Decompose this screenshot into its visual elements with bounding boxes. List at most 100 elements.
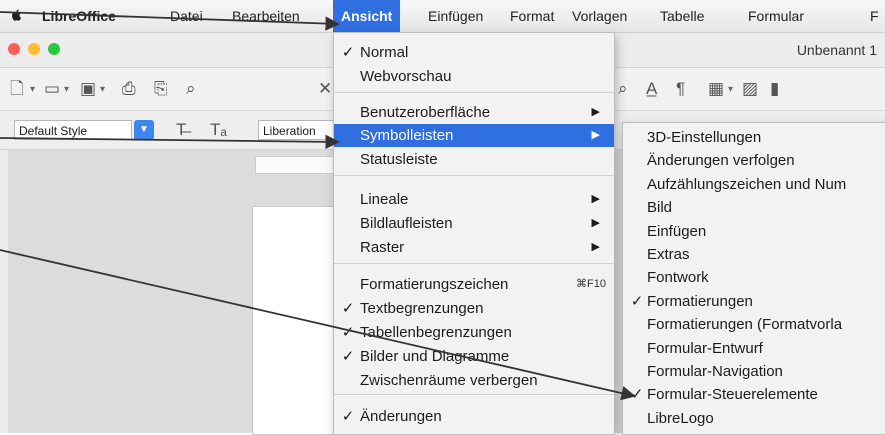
- view-menu-item[interactable]: Webvorschau: [334, 65, 614, 88]
- formatting-marks-icon[interactable]: ¶: [676, 79, 685, 99]
- menu-separator: [334, 175, 614, 176]
- toolbars-submenu-item-label: Formular-Entwurf: [647, 339, 763, 357]
- submenu-arrow-icon: ▶: [591, 129, 600, 141]
- save-icon[interactable]: ▣: [80, 79, 96, 99]
- toolbars-submenu-item[interactable]: Extras: [623, 243, 885, 266]
- toolbars-submenu-item-label: Formular-Navigation: [647, 363, 783, 380]
- toolbars-submenu-item-label: Aufzählungszeichen und Num: [647, 175, 847, 193]
- view-menu-item[interactable]: ✓ Änderungen: [334, 405, 614, 428]
- submenu-arrow-icon: ▶: [591, 193, 600, 205]
- menu-vorlagen[interactable]: Vorlagen: [572, 0, 627, 32]
- view-menu-item[interactable]: ✓ Bilder und Diagramme: [334, 345, 614, 368]
- apple-icon[interactable]: [12, 8, 22, 22]
- menu-format[interactable]: Format: [510, 0, 554, 32]
- paragraph-style-select[interactable]: Default Style: [14, 120, 132, 140]
- chevron-down-icon[interactable]: ▾: [30, 84, 35, 95]
- view-menu-item[interactable]: ✓ Textbegrenzungen: [334, 297, 614, 320]
- checkmark-icon: ✓: [341, 300, 355, 317]
- toolbars-submenu-item[interactable]: Änderungen verfolgen: [623, 149, 885, 172]
- menu-bearbeiten[interactable]: Bearbeiten: [232, 0, 300, 32]
- toolbars-submenu-item-label: Extras: [647, 246, 690, 263]
- chevron-down-icon[interactable]: ▾: [728, 84, 733, 95]
- toolbars-submenu-item[interactable]: Formular-Entwurf: [623, 337, 885, 360]
- find-replace-icon[interactable]: ⌕: [618, 79, 628, 99]
- toolbars-submenu-item-label: Formular-Steuerelemente: [647, 386, 818, 404]
- view-menu-item[interactable]: Lineale ▶: [334, 188, 614, 211]
- window-zoom-button[interactable]: [48, 43, 60, 55]
- menu-einfuegen[interactable]: Einfügen: [428, 0, 483, 32]
- export-pdf-icon[interactable]: ⎙: [122, 79, 136, 99]
- view-menu-item-label: Bilder und Diagramme: [360, 348, 510, 365]
- new-document-icon[interactable]: 🗋: [10, 79, 24, 99]
- print-preview-icon[interactable]: ⌕: [186, 79, 196, 99]
- view-menu-item-label: Änderungen: [360, 408, 442, 425]
- view-menu-item[interactable]: Zwischenräume verbergen: [334, 369, 614, 392]
- toolbars-submenu-item[interactable]: Einfügen: [623, 220, 885, 243]
- menu-formular[interactable]: Formular: [748, 0, 804, 32]
- toolbars-submenu-item[interactable]: Formular-Navigation: [623, 360, 885, 383]
- menubar: LibreOffice Datei Bearbeiten Ansicht Ein…: [0, 0, 885, 33]
- document-page[interactable]: [252, 206, 344, 435]
- menu-f[interactable]: F: [870, 0, 879, 32]
- toolbars-submenu-item-label: Fontwork: [647, 269, 709, 287]
- view-menu-item[interactable]: Formatierungszeichen ⌘F10: [334, 273, 614, 296]
- checkmark-icon: ✓: [341, 348, 355, 365]
- view-menu-item-label: Statusleiste: [360, 151, 438, 168]
- view-menu-item[interactable]: Benutzeroberfläche ▶: [334, 101, 614, 124]
- open-folder-icon[interactable]: ▭: [44, 79, 60, 99]
- view-menu-item[interactable]: ✓ Tabellenbegrenzungen: [334, 321, 614, 344]
- document-title: Unbenannt 1: [796, 42, 877, 58]
- insert-chart-icon[interactable]: ▮: [770, 79, 779, 99]
- view-menu-item-label: Raster: [360, 239, 405, 256]
- shortcut-label: ⌘F10: [576, 278, 606, 290]
- checkmark-icon: ✓: [630, 386, 644, 404]
- menu-datei[interactable]: Datei: [170, 0, 203, 32]
- toolbars-submenu-item-label: Einfügen: [647, 222, 707, 240]
- toolbars-submenu-item[interactable]: LibreLogo: [623, 407, 885, 430]
- chevron-down-icon[interactable]: ▼: [134, 120, 154, 140]
- view-menu-item[interactable]: Statusleiste: [334, 148, 614, 171]
- view-menu-item[interactable]: Raster ▶: [334, 236, 614, 259]
- checkmark-icon: ✓: [341, 44, 355, 61]
- new-style-icon[interactable]: Tₐ: [210, 120, 227, 140]
- toolbars-submenu: 3D-Einstellungen Änderungen verfolgen Aufz…: [622, 122, 885, 435]
- toolbars-submenu-item[interactable]: 3D-Einstellungen: [623, 126, 885, 149]
- view-menu-item-label: Benutzeroberfläche: [360, 104, 491, 121]
- toolbars-submenu-item-label: Formatierungen: [647, 292, 753, 310]
- toolbars-submenu-item[interactable]: Bild: [623, 196, 885, 219]
- view-menu-item[interactable]: ✓ Normal: [334, 41, 614, 64]
- view-menu-item-label: Lineale: [360, 191, 409, 208]
- print-icon[interactable]: ⎘: [154, 79, 168, 99]
- insert-image-icon[interactable]: ▨: [742, 79, 758, 99]
- checkmark-icon: ✓: [341, 408, 355, 425]
- submenu-arrow-icon: ▶: [591, 217, 600, 229]
- view-menu-item-label: Webvorschau: [360, 68, 452, 85]
- checkmark-icon: ✓: [630, 292, 644, 310]
- insert-table-icon[interactable]: ▦: [708, 79, 724, 99]
- menubar-app-name[interactable]: LibreOffice: [42, 0, 116, 32]
- horizontal-ruler[interactable]: [255, 156, 337, 174]
- toolbars-submenu-item[interactable]: ✓ Formular-Steuerelemente: [623, 383, 885, 406]
- menu-separator: [334, 263, 614, 264]
- spelling-icon[interactable]: A̲: [646, 79, 657, 99]
- chevron-down-icon[interactable]: ▾: [64, 84, 69, 95]
- view-menu-item[interactable]: Symbolleisten ▶: [334, 124, 614, 147]
- submenu-arrow-icon: ▶: [591, 106, 600, 118]
- update-style-icon[interactable]: T̶: [176, 120, 186, 140]
- view-menu-item-label: Tabellenbegrenzungen: [360, 324, 512, 341]
- toolbars-submenu-item[interactable]: Fontwork: [623, 266, 885, 289]
- view-menu: ✓ Normal Webvorschau Benutzeroberfläche ▶ Sym…: [333, 32, 615, 435]
- font-name-select[interactable]: Liberation: [258, 120, 338, 140]
- menu-tabelle[interactable]: Tabelle: [660, 0, 704, 32]
- menu-ansicht[interactable]: Ansicht: [333, 0, 401, 32]
- toolbars-submenu-item[interactable]: Formatierungen (Formatvorla: [623, 313, 885, 336]
- view-menu-item-label: Textbegrenzungen: [360, 300, 484, 317]
- cut-icon[interactable]: ✕: [318, 79, 332, 99]
- window-minimize-button[interactable]: [28, 43, 40, 55]
- chevron-down-icon[interactable]: ▾: [100, 84, 105, 95]
- view-menu-item[interactable]: Bildlaufleisten ▶: [334, 212, 614, 235]
- window-close-button[interactable]: [8, 43, 20, 55]
- menu-separator: [334, 92, 614, 93]
- toolbars-submenu-item[interactable]: Aufzählungszeichen und Num: [623, 173, 885, 196]
- toolbars-submenu-item[interactable]: ✓ Formatierungen: [623, 290, 885, 313]
